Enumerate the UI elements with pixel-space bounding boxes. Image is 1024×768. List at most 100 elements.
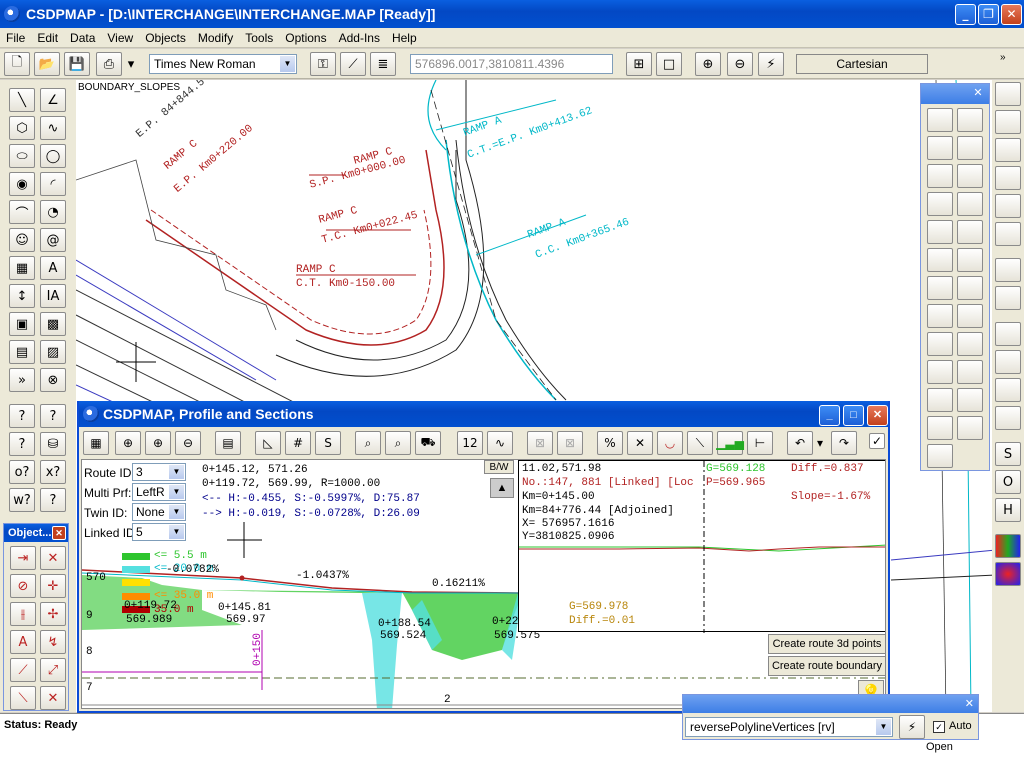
menu-data[interactable]: Data bbox=[64, 31, 101, 45]
offset-icon[interactable]: ⟋ bbox=[10, 658, 36, 682]
text-icon[interactable]: A bbox=[40, 256, 66, 280]
cross-icon[interactable]: ✛ bbox=[40, 574, 66, 598]
query-w-icon[interactable]: w? bbox=[9, 488, 35, 512]
node-edit-icon[interactable] bbox=[957, 164, 983, 188]
group-icon[interactable] bbox=[957, 192, 983, 216]
arc-icon[interactable]: ⌒ bbox=[9, 200, 35, 224]
zoom-out-icon[interactable]: ⊖ bbox=[727, 52, 753, 76]
hatch-icon[interactable]: ▩ bbox=[40, 312, 66, 336]
menu-edit[interactable]: Edit bbox=[31, 31, 64, 45]
single-window-icon[interactable]: □ bbox=[656, 52, 682, 76]
command-select[interactable]: reversePolylineVertices [rv] ▼ bbox=[685, 717, 893, 737]
zoom-in-icon[interactable]: ⊕ bbox=[695, 52, 721, 76]
menu-objects[interactable]: Objects bbox=[139, 31, 192, 45]
multi-prf-select[interactable]: LeftR ▼ bbox=[132, 483, 186, 501]
trim-icon[interactable]: ✕ bbox=[40, 546, 66, 570]
objects-panel-close-icon[interactable]: ✕ bbox=[52, 526, 66, 540]
surface-icon[interactable] bbox=[995, 258, 1021, 282]
profile-crosshair-icon[interactable]: ⊕ bbox=[115, 431, 141, 455]
profile-undo-icon[interactable]: ↶ bbox=[787, 431, 813, 455]
image-icon[interactable]: ▨ bbox=[40, 340, 66, 364]
curve-icon[interactable]: ↯ bbox=[40, 630, 66, 654]
coordinate-icon[interactable] bbox=[995, 110, 1021, 134]
font-select[interactable]: Times New Roman ▼ bbox=[149, 54, 297, 74]
vertical-text-icon[interactable]: ⅠA bbox=[40, 284, 66, 308]
menu-add-ins[interactable]: Add-Ins bbox=[333, 31, 386, 45]
parallel-icon[interactable] bbox=[927, 332, 953, 356]
block-icon[interactable]: ▣ bbox=[9, 312, 35, 336]
profile-undo-dropdown-icon[interactable]: ▾ bbox=[813, 431, 827, 455]
grid-icon[interactable]: ▤ bbox=[9, 340, 35, 364]
linked-id-select[interactable]: 5 ▼ bbox=[132, 523, 186, 541]
query-object-icon[interactable]: o? bbox=[9, 460, 35, 484]
north-arrow-icon[interactable]: ↕ bbox=[9, 284, 35, 308]
twin-id-arrow-icon[interactable]: ▼ bbox=[169, 505, 184, 519]
lightning-icon[interactable]: ⚡ bbox=[758, 52, 784, 76]
profile-close-button[interactable]: ✕ bbox=[867, 405, 888, 426]
donut-icon[interactable]: ◉ bbox=[9, 172, 35, 196]
color-icon[interactable] bbox=[995, 534, 1021, 558]
profile-disabled-2-icon[interactable]: ⊠ bbox=[557, 431, 583, 455]
profile-view-icon[interactable]: ▦ bbox=[83, 431, 109, 455]
profile-checkbox[interactable]: ✓ bbox=[869, 433, 885, 449]
close-button[interactable]: ✕ bbox=[1001, 4, 1022, 25]
query-icon[interactable]: ? bbox=[9, 404, 35, 428]
properties-icon[interactable] bbox=[957, 304, 983, 328]
delete-icon[interactable] bbox=[927, 108, 953, 132]
rotate-tool-icon[interactable] bbox=[927, 304, 953, 328]
warning-icon[interactable] bbox=[995, 166, 1021, 190]
polygon-icon[interactable]: ⬡ bbox=[9, 116, 35, 140]
menu-file[interactable]: File bbox=[0, 31, 31, 45]
freehand-icon[interactable]: » bbox=[9, 368, 35, 392]
route-id-select[interactable]: 3 ▼ bbox=[132, 463, 186, 481]
circle-icon[interactable]: ◯ bbox=[40, 144, 66, 168]
o-icon[interactable]: O bbox=[995, 470, 1021, 494]
query-select-icon[interactable]: ? bbox=[40, 404, 66, 428]
rotate-icon[interactable]: ⤢ bbox=[40, 658, 66, 682]
profile-disabled-1-icon[interactable]: ⊠ bbox=[527, 431, 553, 455]
intersect-icon[interactable]: ⊘ bbox=[10, 574, 36, 598]
database-icon[interactable]: ⛁ bbox=[40, 432, 66, 456]
map-symbol-icon[interactable]: ▦ bbox=[9, 256, 35, 280]
smiley-icon[interactable]: ☺ bbox=[9, 228, 35, 252]
redo-icon[interactable] bbox=[957, 136, 983, 160]
survey-icon[interactable] bbox=[995, 138, 1021, 162]
sector-icon[interactable]: ◔ bbox=[40, 200, 66, 224]
slope-icon[interactable] bbox=[995, 286, 1021, 310]
new-file-icon[interactable]: 🗋 bbox=[4, 52, 30, 76]
list-icon[interactable] bbox=[957, 360, 983, 384]
minimize-button[interactable]: _ bbox=[955, 4, 976, 25]
menu-view[interactable]: View bbox=[101, 31, 139, 45]
chamfer-icon[interactable]: ✕ bbox=[40, 686, 66, 710]
curve-fit-icon[interactable] bbox=[957, 332, 983, 356]
scroll-up-icon[interactable]: ▲ bbox=[490, 478, 514, 498]
terrain-icon[interactable] bbox=[927, 388, 953, 412]
query-layer-icon[interactable]: ? bbox=[9, 432, 35, 456]
profile-number-icon[interactable]: 12 bbox=[457, 431, 483, 455]
split-icon[interactable]: ⫲ bbox=[10, 602, 36, 626]
grid-snap-icon[interactable] bbox=[927, 444, 953, 468]
report-icon[interactable] bbox=[957, 416, 983, 440]
line-icon[interactable]: ╲ bbox=[9, 88, 35, 112]
profile-zoom-in-icon[interactable]: ⊕ bbox=[145, 431, 171, 455]
scissors-icon[interactable] bbox=[927, 416, 953, 440]
profile-grade-icon[interactable]: ◺ bbox=[255, 431, 281, 455]
contour-icon[interactable] bbox=[995, 222, 1021, 246]
menu-options[interactable]: Options bbox=[279, 31, 332, 45]
explode-icon[interactable] bbox=[957, 220, 983, 244]
profile-canvas[interactable]: Route ID: 3 ▼ Multi Prf: LeftR ▼ Twin ID: … bbox=[81, 459, 886, 709]
restore-button[interactable]: ❐ bbox=[978, 4, 999, 25]
print-dropdown-icon[interactable]: ▾ bbox=[124, 52, 138, 76]
spiral-icon[interactable]: @ bbox=[40, 228, 66, 252]
right-toolbar-close-icon[interactable]: ✕ bbox=[971, 87, 985, 101]
profile-bars-icon[interactable]: ▁▃▅ bbox=[716, 431, 744, 455]
nodes-icon[interactable] bbox=[927, 164, 953, 188]
save-icon[interactable]: 💾 bbox=[64, 52, 90, 76]
anchor-icon[interactable]: A bbox=[10, 630, 36, 654]
fillet-icon[interactable]: ⟍ bbox=[10, 686, 36, 710]
profile-bracket-icon[interactable]: ⊢ bbox=[747, 431, 773, 455]
menu-help[interactable]: Help bbox=[386, 31, 423, 45]
open-folder-icon[interactable]: 📂 bbox=[34, 52, 60, 76]
eraser-icon[interactable] bbox=[957, 108, 983, 132]
join-icon[interactable]: ✢ bbox=[40, 602, 66, 626]
